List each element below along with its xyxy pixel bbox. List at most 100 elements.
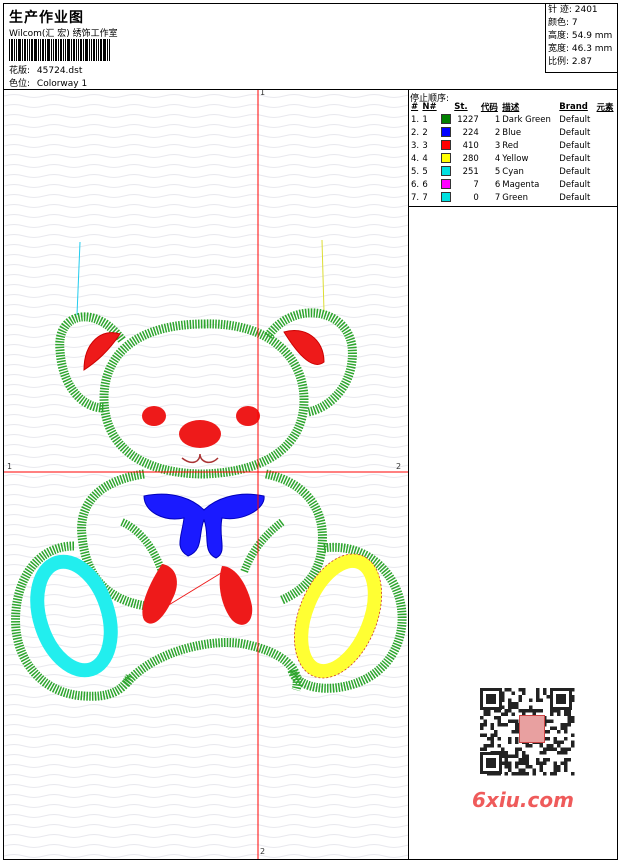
row-brand: Default xyxy=(559,140,591,151)
color-swatch xyxy=(440,140,451,151)
row-index: 5. xyxy=(411,166,420,177)
watermark-logo: 6xiu.com xyxy=(472,788,574,812)
axis-left-label: 1 xyxy=(7,462,13,471)
row-index: 4. xyxy=(411,153,420,164)
axis-right-label: 2 xyxy=(396,462,402,471)
stats-panel: 针 迹: 2401 颜色: 7 高度: 54.9 mm 宽度: 46.3 mm … xyxy=(545,3,618,73)
table-row: 3. 3 410 3 Red Default xyxy=(410,139,617,152)
row-code: 2 xyxy=(494,127,501,138)
row-brand: Default xyxy=(559,166,591,177)
row-needle: 3 xyxy=(422,140,428,151)
table-row: 2. 2 224 2 Blue Default xyxy=(410,126,617,139)
row-needle: 4 xyxy=(422,153,428,164)
embroidery-canvas xyxy=(4,90,408,859)
row-index: 3. xyxy=(411,140,420,151)
row-code: 1 xyxy=(494,114,501,125)
company-name: Wilcom(汇 宏) 绣饰工作室 xyxy=(9,29,118,39)
row-brand: Default xyxy=(559,153,591,164)
row-needle: 5 xyxy=(422,166,428,177)
row-description: Dark Green xyxy=(502,114,551,125)
col-code: 代码 xyxy=(480,103,498,113)
row-stitches: 280 xyxy=(462,153,479,164)
row-brand: Default xyxy=(559,127,591,138)
col-stitches: St. xyxy=(454,102,468,112)
row-needle: 7 xyxy=(422,192,428,203)
col-swatch xyxy=(440,101,454,113)
qr-logo-seal xyxy=(519,715,545,743)
col-element: 元素 xyxy=(596,103,614,113)
row-stitches: 0 xyxy=(473,192,479,203)
color-swatch xyxy=(440,114,451,125)
design-preview[interactable]: 1 1 2 2 xyxy=(4,90,409,859)
design-width: 宽度: 46.3 mm xyxy=(548,44,613,54)
row-element xyxy=(596,178,617,191)
row-swatch xyxy=(440,152,454,165)
row-needle: 6 xyxy=(422,179,428,190)
color-swatch xyxy=(440,166,451,177)
row-index: 2. xyxy=(411,127,420,138)
design-height: 高度: 54.9 mm xyxy=(548,31,613,41)
row-element xyxy=(596,113,617,126)
axis-top-label: 1 xyxy=(260,90,266,97)
row-code: 5 xyxy=(494,166,501,177)
design-value: 45724.dst xyxy=(36,66,83,76)
row-swatch xyxy=(440,191,454,204)
row-code: 6 xyxy=(494,179,501,190)
colorway-value: Colorway 1 xyxy=(36,79,88,89)
row-description: Red xyxy=(502,140,519,151)
row-needle: 2 xyxy=(422,127,428,138)
color-swatch xyxy=(440,153,451,164)
row-swatch xyxy=(440,165,454,178)
row-stitches: 1227 xyxy=(457,114,479,125)
right-eye xyxy=(236,406,260,426)
qr-code xyxy=(472,682,582,782)
row-stitches: 7 xyxy=(473,179,479,190)
design-label: 花版: xyxy=(9,66,31,76)
color-swatch xyxy=(440,192,451,203)
row-element xyxy=(596,165,617,178)
col-index: # xyxy=(411,102,419,112)
header: 生产作业图 Wilcom(汇 宏) 绣饰工作室 花版: 45724.dst 色位… xyxy=(3,3,618,90)
axis-bottom-label: 2 xyxy=(260,847,266,856)
scale-ratio: 比例: 2.87 xyxy=(548,57,592,67)
col-brand: Brand xyxy=(559,102,588,112)
color-swatch xyxy=(440,127,451,138)
row-description: Green xyxy=(502,192,529,203)
row-stitches: 224 xyxy=(462,127,479,138)
row-brand: Default xyxy=(559,192,591,203)
page-title: 生产作业图 xyxy=(9,10,84,26)
row-swatch xyxy=(440,113,454,126)
col-description: 描述 xyxy=(502,103,520,113)
row-stitches: 251 xyxy=(462,166,479,177)
row-swatch xyxy=(440,139,454,152)
row-needle: 1 xyxy=(422,114,428,125)
fabric-texture xyxy=(4,90,408,859)
left-eye xyxy=(142,406,166,426)
row-brand: Default xyxy=(559,179,591,190)
nose xyxy=(179,420,221,448)
row-swatch xyxy=(440,126,454,139)
col-needle: N# xyxy=(422,102,437,112)
row-description: Cyan xyxy=(502,166,524,177)
table-divider xyxy=(409,206,618,207)
row-code: 3 xyxy=(494,140,501,151)
row-element xyxy=(596,139,617,152)
row-description: Blue xyxy=(502,127,522,138)
row-swatch xyxy=(440,178,454,191)
row-element xyxy=(596,191,617,204)
color-swatch xyxy=(440,179,451,190)
row-element xyxy=(596,152,617,165)
design-row: 花版: 45724.dst xyxy=(9,63,82,76)
table-header-row: # N# St. 代码 描述 Brand 元素 xyxy=(410,101,617,113)
colorway-row: 色位: Colorway 1 xyxy=(9,76,87,89)
row-stitches: 410 xyxy=(462,140,479,151)
table-row: 4. 4 280 4 Yellow Default xyxy=(410,152,617,165)
row-element xyxy=(596,126,617,139)
color-count: 颜色: 7 xyxy=(548,18,578,28)
row-description: Yellow xyxy=(502,153,529,164)
row-index: 6. xyxy=(411,179,420,190)
row-index: 1. xyxy=(411,114,420,125)
row-index: 7. xyxy=(411,192,420,203)
row-description: Magenta xyxy=(502,179,540,190)
table-row: 7. 7 0 7 Green Default xyxy=(410,191,617,204)
